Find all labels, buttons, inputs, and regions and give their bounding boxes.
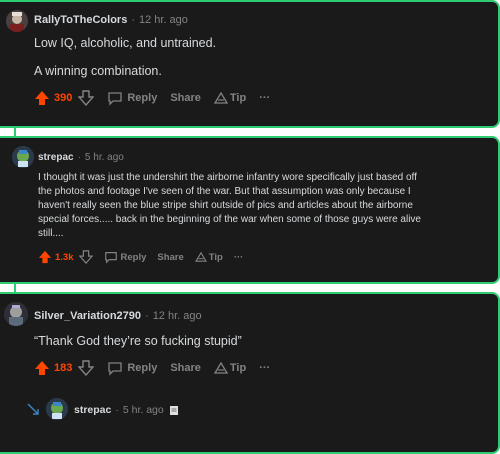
timestamp[interactable]: 5 hr. ago <box>85 152 124 163</box>
username[interactable]: Silver_Variation2790 <box>34 310 141 322</box>
tip-icon <box>194 252 207 262</box>
downvote-button[interactable] <box>78 360 95 376</box>
vote-score: 183 <box>54 362 73 374</box>
comment-body-line: Low IQ, alcoholic, and untrained. <box>34 36 217 50</box>
tip-icon <box>213 362 228 374</box>
upvote-button[interactable] <box>34 360 50 376</box>
upvote-button[interactable] <box>38 250 52 264</box>
avatar[interactable] <box>12 146 34 168</box>
reply-button[interactable]: Reply <box>107 90 157 106</box>
comment-bubble-icon <box>108 362 123 376</box>
separator: · <box>77 152 81 163</box>
comment-body-line: special forces..... back in the beginnin… <box>38 214 421 225</box>
tip-button[interactable]: Tip <box>213 362 247 374</box>
comment-body-line: A winning combination. <box>34 64 162 78</box>
share-label: Share <box>157 251 184 263</box>
username[interactable]: strepac <box>38 152 74 163</box>
reply-label: Reply <box>127 92 158 104</box>
tip-button[interactable]: Tip <box>213 92 247 104</box>
comment-card: RallyToTheColors · 12 hr. ago Low IQ, al… <box>0 0 500 128</box>
share-label: Share <box>170 362 201 374</box>
comment-bubble-icon <box>108 92 123 106</box>
tip-button[interactable]: Tip <box>194 251 223 263</box>
vote-score: 390 <box>54 92 73 104</box>
reply-button[interactable]: Reply <box>107 360 157 376</box>
reply-button[interactable]: Reply <box>104 250 147 264</box>
comment-card: Silver_Variation2790 · 12 hr. ago “Thank… <box>0 292 500 454</box>
more-icon: ··· <box>259 362 271 374</box>
tip-icon <box>213 92 228 104</box>
username[interactable]: RallyToTheColors <box>34 14 127 26</box>
share-button[interactable]: Share <box>157 252 183 263</box>
timestamp[interactable]: 12 hr. ago <box>139 14 188 26</box>
share-label: Share <box>170 92 201 104</box>
share-button[interactable]: Share <box>170 362 201 374</box>
vote-score: 1.3k <box>55 251 74 263</box>
separator: · <box>145 310 149 322</box>
reply-label: Reply <box>120 251 147 263</box>
downvote-arrow-icon <box>78 360 95 376</box>
comment-body-line: I thought it was just the undershirt the… <box>38 172 417 183</box>
expand-thread-icon[interactable] <box>26 402 40 416</box>
edited-icon <box>169 406 178 415</box>
separator: · <box>131 14 135 26</box>
upvote-arrow-icon <box>35 361 49 375</box>
avatar[interactable] <box>6 10 28 32</box>
tip-label: Tip <box>229 92 247 104</box>
comment-thread: RallyToTheColors · 12 hr. ago Low IQ, al… <box>0 0 500 454</box>
comment-body-line: still.... <box>38 228 64 239</box>
timestamp[interactable]: 12 hr. ago <box>153 310 202 322</box>
downvote-button[interactable] <box>78 250 93 264</box>
reply-label: Reply <box>127 362 158 374</box>
more-options-button[interactable]: ··· <box>259 362 270 374</box>
comment-body-line: haven't really seen the blue stripe shir… <box>38 200 413 211</box>
timestamp[interactable]: 5 hr. ago <box>123 404 164 416</box>
more-options-button[interactable]: ··· <box>259 92 270 104</box>
upvote-arrow-icon <box>38 250 52 264</box>
upvote-button[interactable] <box>34 90 50 106</box>
downvote-arrow-icon <box>78 90 95 106</box>
tip-label: Tip <box>208 251 223 263</box>
avatar[interactable] <box>46 398 68 420</box>
downvote-button[interactable] <box>78 90 95 106</box>
downvote-arrow-icon <box>78 250 93 264</box>
tip-label: Tip <box>229 362 247 374</box>
more-icon: ··· <box>259 92 271 104</box>
comment-bubble-icon <box>104 252 117 264</box>
comment-body-line: “Thank God they’re so fucking stupid” <box>34 334 242 348</box>
more-icon: ··· <box>233 251 244 263</box>
upvote-arrow-icon <box>35 91 49 105</box>
username[interactable]: strepac <box>74 404 111 416</box>
share-button[interactable]: Share <box>170 92 201 104</box>
avatar[interactable] <box>4 302 28 326</box>
comment-body-line: the photos and footage I've seen of the … <box>38 186 411 197</box>
more-options-button[interactable]: ··· <box>234 252 244 263</box>
separator: · <box>115 404 119 416</box>
comment-card: strepac · 5 hr. ago I thought it was jus… <box>0 136 500 284</box>
